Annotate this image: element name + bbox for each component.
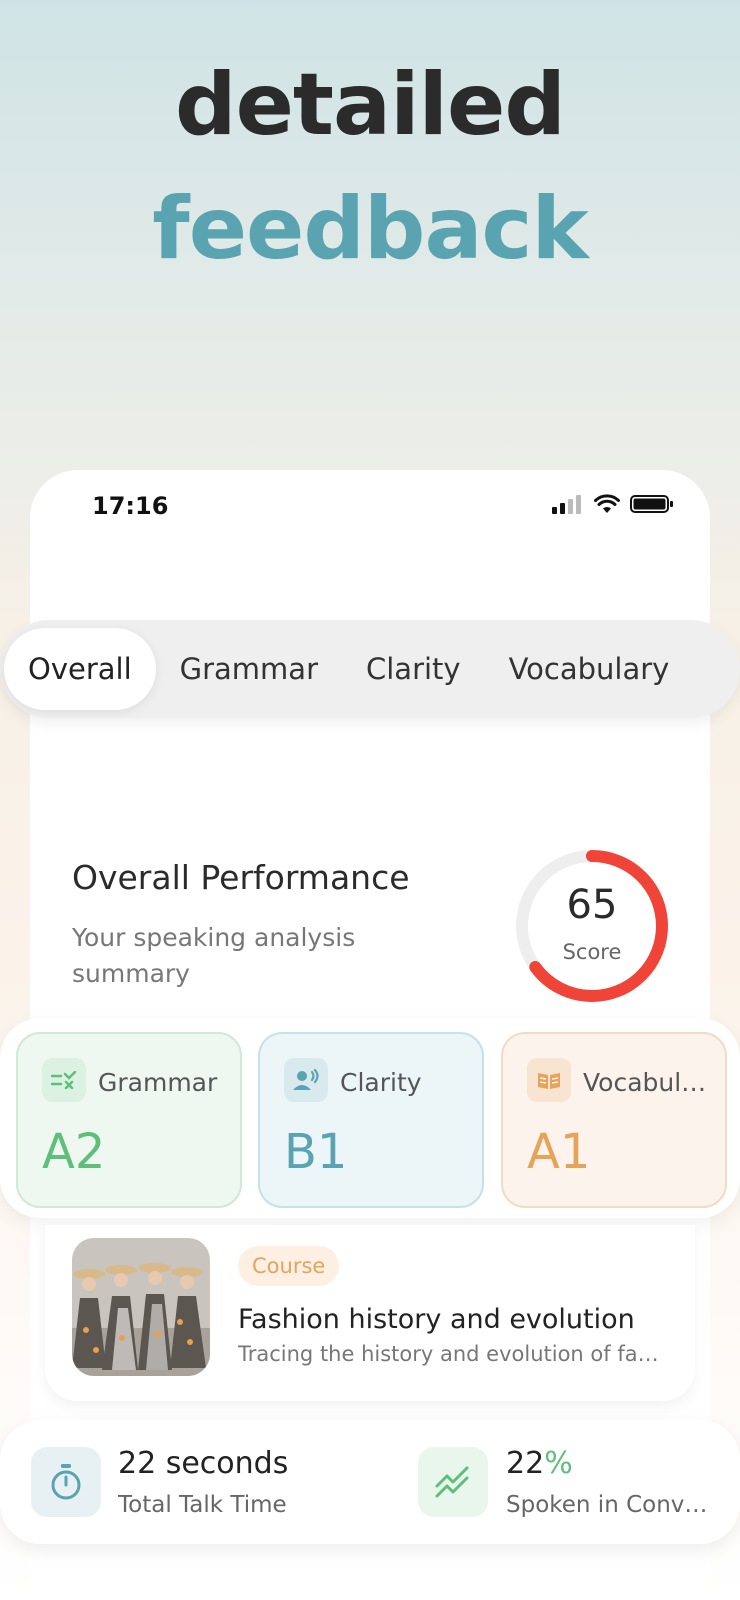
- clarity-card[interactable]: Clarity B1: [258, 1032, 484, 1208]
- clarity-level: B1: [284, 1124, 348, 1180]
- status-icons: [552, 494, 674, 514]
- course-thumbnail: [72, 1238, 210, 1376]
- spoken-percent-value: 22%: [506, 1446, 573, 1481]
- wifi-icon: [594, 494, 620, 513]
- vocabulary-card[interactable]: Vocabul… A1: [501, 1032, 727, 1208]
- course-description: Tracing the history and evolution of fa…: [238, 1342, 659, 1366]
- speaking-person-icon: [284, 1058, 328, 1102]
- score-label: Score: [562, 940, 622, 964]
- open-book-icon: [527, 1058, 571, 1102]
- grammar-card-label: Grammar: [98, 1068, 218, 1097]
- trend-icon: [418, 1447, 488, 1517]
- course-tag: Course: [238, 1246, 340, 1286]
- vocabulary-card-label: Vocabul…: [583, 1068, 707, 1097]
- score-value: 65: [566, 882, 618, 928]
- hero-heading: detailed feedback: [0, 50, 740, 284]
- tab-vocabulary[interactable]: Vocabulary: [485, 628, 694, 710]
- battery-icon: [630, 495, 673, 513]
- performance-title: Overall Performance: [72, 858, 410, 897]
- hero-title-line1: detailed: [175, 55, 566, 155]
- vocabulary-level: A1: [527, 1124, 591, 1180]
- spoken-percent-unit: %: [544, 1446, 573, 1481]
- tab-bar: Overall Grammar Clarity Vocabulary: [0, 620, 740, 718]
- course-title: Fashion history and evolution: [238, 1304, 635, 1335]
- grammar-card[interactable]: Grammar A2: [16, 1032, 242, 1208]
- grammar-level: A2: [42, 1124, 106, 1180]
- spoken-percent-label: Spoken in Conv…: [506, 1492, 708, 1518]
- clarity-card-label: Clarity: [340, 1068, 422, 1097]
- signal-icon: [552, 495, 581, 514]
- performance-subtitle: Your speaking analysis summary: [72, 923, 356, 988]
- tab-overall[interactable]: Overall: [4, 628, 156, 710]
- stats-bar: [0, 1420, 740, 1544]
- talk-time-value: 22 seconds: [118, 1446, 289, 1481]
- hero-title-line2: feedback: [152, 179, 588, 279]
- stopwatch-icon: [31, 1447, 101, 1517]
- grammar-check-icon: [42, 1058, 86, 1102]
- spoken-percent-number: 22: [506, 1446, 545, 1481]
- tab-grammar[interactable]: Grammar: [156, 628, 342, 710]
- talk-time-label: Total Talk Time: [118, 1492, 287, 1518]
- status-time: 17:16: [92, 492, 169, 520]
- tab-clarity[interactable]: Clarity: [342, 628, 485, 710]
